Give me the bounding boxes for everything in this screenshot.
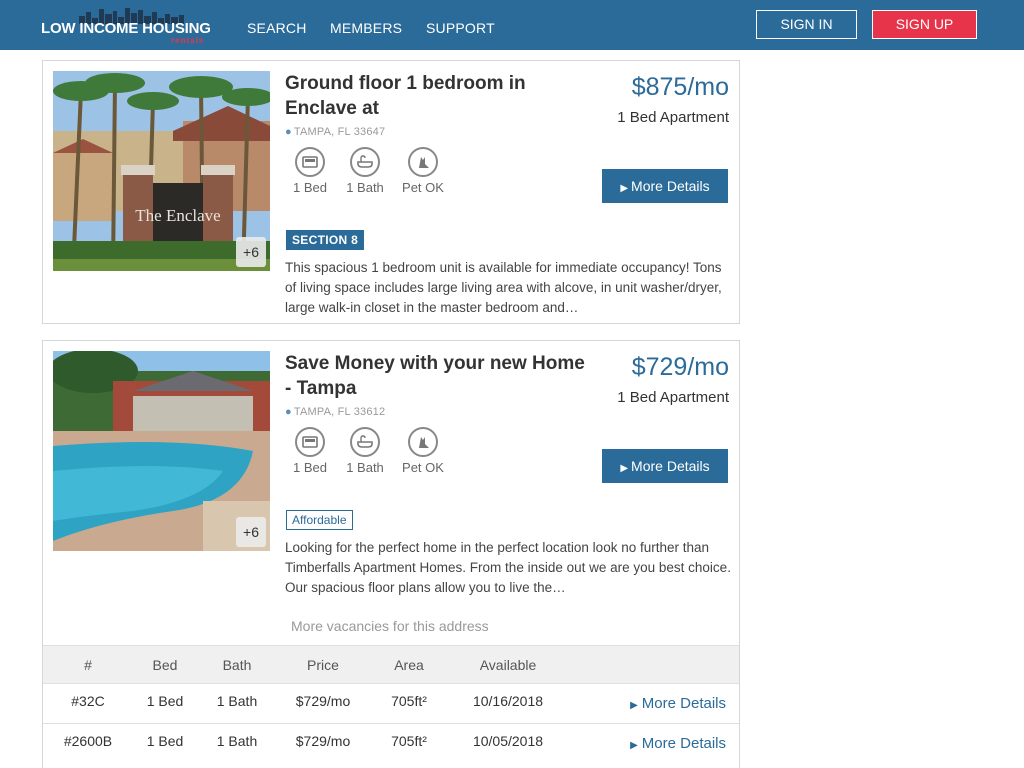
listing-title[interactable]: Save Money with your new Home - Tampa: [285, 351, 585, 401]
nav-search[interactable]: SEARCH: [247, 20, 307, 36]
more-vacancies-link[interactable]: More vacancies for this address: [291, 618, 489, 634]
caret-right-icon: ▶: [630, 740, 638, 751]
bed-icon: [295, 427, 325, 457]
listing-location: ● TAMPA, FL 33612: [285, 406, 386, 418]
listing-location: ● TAMPA, FL 33647: [285, 126, 386, 138]
vacancy-unit: #32C: [71, 693, 105, 709]
photo-count[interactable]: +6: [236, 517, 266, 547]
map-pin-icon: ●: [285, 406, 292, 418]
amenity-pets: Pet OK: [393, 427, 453, 475]
vacancy-bath: 1 Bath: [216, 693, 258, 709]
vacancy-area: 705ft²: [391, 693, 427, 709]
site-logo[interactable]: LOW INCOME HOUSING rentals: [41, 6, 221, 46]
bathtub-icon: [350, 427, 380, 457]
more-details-button[interactable]: ▶ More Details: [602, 169, 728, 203]
more-details-button[interactable]: ▶ More Details: [602, 449, 728, 483]
listing-title[interactable]: Ground floor 1 bedroom in Enclave at: [285, 71, 585, 121]
sign-in-button[interactable]: SIGN IN: [756, 10, 857, 39]
affordable-badge: Affordable: [286, 510, 353, 530]
caret-right-icon: ▶: [620, 463, 629, 474]
caret-right-icon: ▶: [630, 700, 638, 711]
bathtub-icon: [350, 147, 380, 177]
vacancy-price: $729/mo: [295, 733, 351, 749]
amenity-bath: 1 Bath: [335, 427, 395, 475]
amenity-bath-label: 1 Bath: [346, 180, 384, 195]
vacancy-more-details-link[interactable]: ▶ More Details: [630, 724, 726, 766]
amenity-pets-label: Pet OK: [402, 180, 444, 195]
col-bed: Bed: [152, 657, 178, 673]
listing-description: Looking for the perfect home in the perf…: [285, 540, 731, 595]
photo-count[interactable]: +6: [236, 237, 266, 267]
vacancy-price: $729/mo: [295, 693, 351, 709]
top-navbar: LOW INCOME HOUSING rentals SEARCH MEMBER…: [0, 0, 1024, 50]
col-available: Available: [479, 657, 537, 673]
col-unit: #: [84, 657, 92, 673]
nav-support[interactable]: SUPPORT: [426, 20, 495, 36]
vacancies-table-header: # Bed Bath Price Area Available: [43, 645, 739, 683]
vacancy-row[interactable]: #32C 1 Bed 1 Bath $729/mo 705ft² 10/16/2…: [43, 683, 739, 723]
sign-up-button[interactable]: SIGN UP: [872, 10, 977, 39]
listing-card: The Enclave +6 Ground floor 1 bedroom in…: [42, 60, 740, 324]
amenity-bath-label: 1 Bath: [346, 460, 384, 475]
listing-description: This spacious 1 bedroom unit is availabl…: [285, 260, 722, 315]
amenity-bath: 1 Bath: [335, 147, 395, 195]
vacancy-row[interactable]: #2600B 1 Bed 1 Bath $729/mo 705ft² 10/05…: [43, 723, 739, 763]
listing-price: $875/mo: [631, 73, 729, 101]
listing-price: $729/mo: [631, 353, 729, 381]
section8-badge: SECTION 8: [286, 230, 365, 250]
amenity-pets-label: Pet OK: [402, 460, 444, 475]
amenity-bed-label: 1 Bed: [293, 460, 327, 475]
bed-icon: [295, 147, 325, 177]
col-area: Area: [394, 657, 424, 673]
col-bath: Bath: [222, 657, 252, 673]
amenity-pets: Pet OK: [393, 147, 453, 195]
logo-subtext: rentals: [171, 36, 205, 45]
listing-type: 1 Bed Apartment: [617, 389, 729, 406]
pet-icon: [408, 427, 438, 457]
pet-icon: [408, 147, 438, 177]
listing-type: 1 Bed Apartment: [617, 109, 729, 126]
vacancy-available: 10/16/2018: [472, 693, 544, 709]
vacancy-unit: #2600B: [63, 733, 113, 749]
vacancies-table: # Bed Bath Price Area Available #32C 1 B…: [43, 645, 739, 763]
amenity-bed-label: 1 Bed: [293, 180, 327, 195]
svg-text:The Enclave: The Enclave: [135, 206, 220, 225]
listing-photo[interactable]: +6: [53, 351, 270, 551]
amenity-bed: 1 Bed: [280, 147, 340, 195]
nav-members[interactable]: MEMBERS: [330, 20, 402, 36]
caret-right-icon: ▶: [620, 183, 629, 194]
listing-photo[interactable]: The Enclave +6: [53, 71, 270, 271]
vacancy-available: 10/05/2018: [472, 733, 544, 749]
vacancy-bed: 1 Bed: [146, 693, 184, 709]
vacancy-bed: 1 Bed: [146, 733, 184, 749]
listing-card: +6 Save Money with your new Home - Tampa…: [42, 340, 740, 768]
vacancy-more-details-link[interactable]: ▶ More Details: [630, 684, 726, 726]
map-pin-icon: ●: [285, 126, 292, 138]
amenity-bed: 1 Bed: [280, 427, 340, 475]
col-price: Price: [307, 657, 339, 673]
logo-text: LOW INCOME HOUSING: [41, 20, 211, 37]
vacancy-bath: 1 Bath: [216, 733, 258, 749]
vacancy-area: 705ft²: [391, 733, 427, 749]
